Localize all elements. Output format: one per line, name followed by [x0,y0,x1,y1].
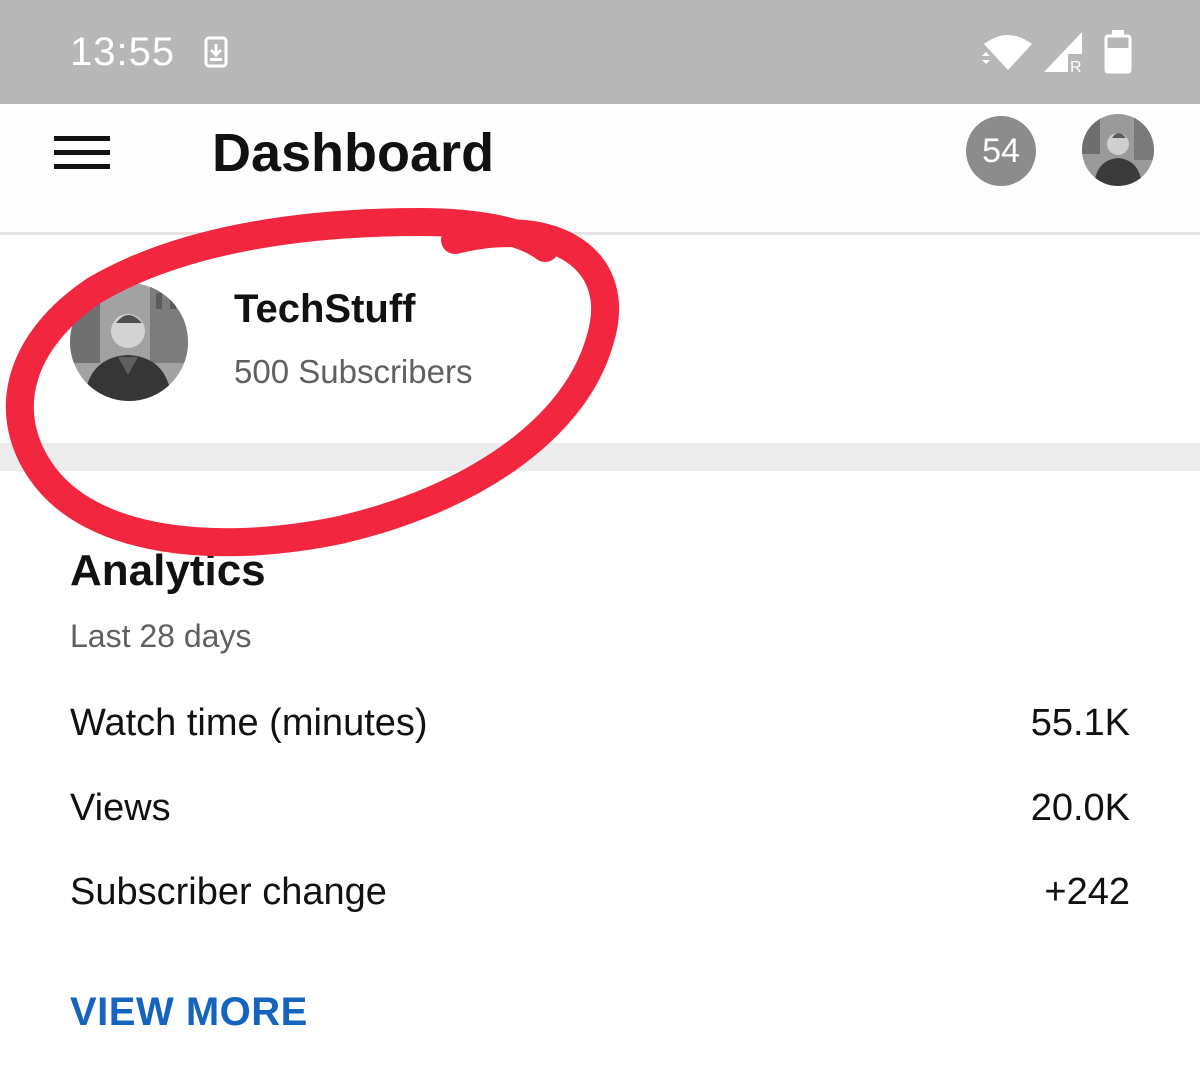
notification-count-badge[interactable]: 54 [966,116,1036,186]
metric-label: Watch time (minutes) [70,702,428,744]
channel-card[interactable]: TechStuff 500 Subscribers [0,235,1200,443]
download-icon [204,36,228,68]
page-title: Dashboard [212,123,495,183]
hamburger-menu-icon[interactable] [54,134,110,170]
status-bar: 13:55 R [0,0,1200,104]
metric-value: 20.0K [1030,787,1130,829]
status-time: 13:55 [70,30,176,74]
metric-row-views: Views 20.0K [70,787,1130,837]
channel-photo-icon [70,283,188,401]
metric-label: Subscriber change [70,871,387,913]
roaming-label: R [1070,59,1082,74]
analytics-period: Last 28 days [70,618,252,654]
subscriber-count: 500 Subscribers [234,353,473,390]
metric-row-watch-time: Watch time (minutes) 55.1K [70,702,1130,752]
section-divider [0,443,1200,471]
channel-name[interactable]: TechStuff [234,287,415,332]
app-bar: Dashboard 54 [0,104,1200,235]
analytics-title: Analytics [70,546,266,595]
metric-row-subscriber-change: Subscriber change +242 [70,871,1130,921]
metric-label: Views [70,787,171,829]
metric-value: 55.1K [1030,702,1130,744]
metric-value: +242 [1044,871,1130,913]
battery-icon [1104,30,1132,74]
account-avatar[interactable] [1082,114,1154,186]
channel-avatar[interactable] [70,283,188,401]
avatar-photo-icon [1082,114,1154,186]
view-more-link[interactable]: VIEW MORE [70,990,308,1035]
cell-signal-roaming-icon: R [1044,32,1082,74]
wifi-icon [982,35,1032,70]
